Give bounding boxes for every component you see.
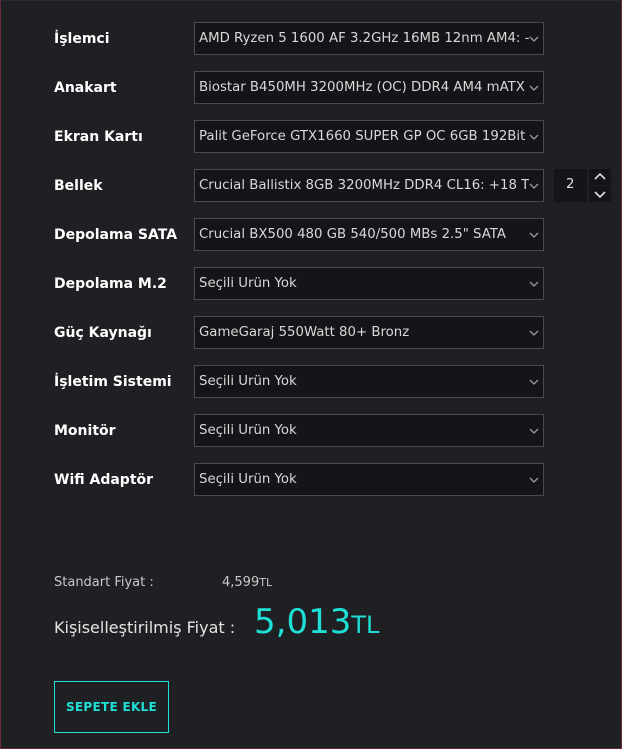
- cpu-select[interactable]: AMD Ryzen 5 1600 AF 3.2GHz 16MB 12nm AM4…: [194, 22, 544, 55]
- storage-sata-select[interactable]: Crucial BX500 480 GB 540/500 MBs 2.5" SA…: [194, 218, 544, 251]
- component-label: Anakart: [54, 80, 117, 96]
- chevron-down-icon: [529, 428, 539, 434]
- custom-price-currency: TL: [351, 611, 380, 639]
- storage-m2-select[interactable]: Seçili Ürün Yok: [194, 267, 544, 300]
- psu-select[interactable]: GameGaraj 550Watt 80+ Bronz: [194, 316, 544, 349]
- component-row-os: İşletim Sistemi Seçili Ürün Yok: [0, 365, 622, 398]
- add-to-cart-button[interactable]: SEPETE EKLE: [54, 681, 169, 733]
- component-label: Monitör: [54, 423, 116, 439]
- standard-price: 4,599TL: [222, 575, 272, 590]
- memory-select[interactable]: Crucial Ballistix 8GB 3200MHz DDR4 CL16:…: [194, 169, 544, 202]
- chevron-down-icon: [529, 330, 539, 336]
- quantity-value: 2: [566, 177, 575, 192]
- component-label: İşlemci: [54, 31, 110, 47]
- standard-price-label: Standart Fiyat :: [54, 575, 154, 590]
- selected-value: AMD Ryzen 5 1600 AF 3.2GHz 16MB 12nm AM4…: [199, 31, 529, 46]
- chevron-down-icon: [529, 379, 539, 385]
- custom-price-value: 5,013: [254, 602, 352, 642]
- component-label: Bellek: [54, 178, 103, 194]
- chevron-down-icon: [529, 183, 539, 189]
- component-label: Depolama SATA: [54, 227, 178, 243]
- chevron-down-icon: [529, 281, 539, 287]
- selected-value: Biostar B450MH 3200MHz (OC) DDR4 AM4 mAT…: [199, 80, 525, 95]
- component-label: Wifi Adaptör: [54, 472, 154, 488]
- selected-value: Seçili Ürün Yok: [199, 423, 297, 438]
- standard-price-value: 4,599: [222, 575, 260, 590]
- component-row-motherboard: Anakart Biostar B450MH 3200MHz (OC) DDR4…: [0, 71, 622, 104]
- custom-price: 5,013TL: [254, 602, 379, 642]
- selected-value: GameGaraj 550Watt 80+ Bronz: [199, 325, 410, 340]
- selected-value: Palit GeForce GTX1660 SUPER GP OC 6GB 19…: [199, 129, 529, 144]
- selected-value: Seçili Ürün Yok: [199, 374, 297, 389]
- component-row-gpu: Ekran Kartı Palit GeForce GTX1660 SUPER …: [0, 120, 622, 153]
- chevron-down-icon: [529, 477, 539, 483]
- chevron-down-icon: [529, 85, 539, 91]
- monitor-select[interactable]: Seçili Ürün Yok: [194, 414, 544, 447]
- standard-price-currency: TL: [259, 576, 273, 589]
- selected-value: Seçili Ürün Yok: [199, 276, 297, 291]
- os-select[interactable]: Seçili Ürün Yok: [194, 365, 544, 398]
- chevron-down-icon: [594, 191, 606, 199]
- chevron-down-icon: [529, 134, 539, 140]
- custom-price-label: Kişiselleştirilmiş Fiyat :: [54, 618, 236, 637]
- selected-value: Crucial BX500 480 GB 540/500 MBs 2.5" SA…: [199, 227, 506, 242]
- chevron-down-icon: [529, 232, 539, 238]
- selected-value: Crucial Ballistix 8GB 3200MHz DDR4 CL16:…: [199, 178, 529, 193]
- component-row-storage-m2: Depolama M.2 Seçili Ürün Yok: [0, 267, 622, 300]
- wifi-select[interactable]: Seçili Ürün Yok: [194, 463, 544, 496]
- motherboard-select[interactable]: Biostar B450MH 3200MHz (OC) DDR4 AM4 mAT…: [194, 71, 544, 104]
- component-row-monitor: Monitör Seçili Ürün Yok: [0, 414, 622, 447]
- chevron-up-icon: [594, 172, 606, 180]
- selected-value: Seçili Ürün Yok: [199, 472, 297, 487]
- quantity-increment-button[interactable]: [589, 169, 611, 185]
- component-row-cpu: İşlemci AMD Ryzen 5 1600 AF 3.2GHz 16MB …: [0, 22, 622, 55]
- component-label: İşletim Sistemi: [54, 374, 172, 390]
- component-label: Güç Kaynağı: [54, 325, 152, 341]
- chevron-down-icon: [529, 36, 539, 42]
- add-to-cart-label: SEPETE EKLE: [65, 700, 158, 714]
- component-label: Ekran Kartı: [54, 129, 143, 145]
- component-row-psu: Güç Kaynağı GameGaraj 550Watt 80+ Bronz: [0, 316, 622, 349]
- component-row-storage-sata: Depolama SATA Crucial BX500 480 GB 540/5…: [0, 218, 622, 251]
- component-label: Depolama M.2: [54, 276, 167, 292]
- quantity-decrement-button[interactable]: [589, 186, 611, 202]
- gpu-select[interactable]: Palit GeForce GTX1660 SUPER GP OC 6GB 19…: [194, 120, 544, 153]
- memory-quantity-input[interactable]: 2: [554, 169, 587, 202]
- component-row-wifi: Wifi Adaptör Seçili Ürün Yok: [0, 463, 622, 496]
- component-row-memory: Bellek Crucial Ballistix 8GB 3200MHz DDR…: [0, 169, 622, 202]
